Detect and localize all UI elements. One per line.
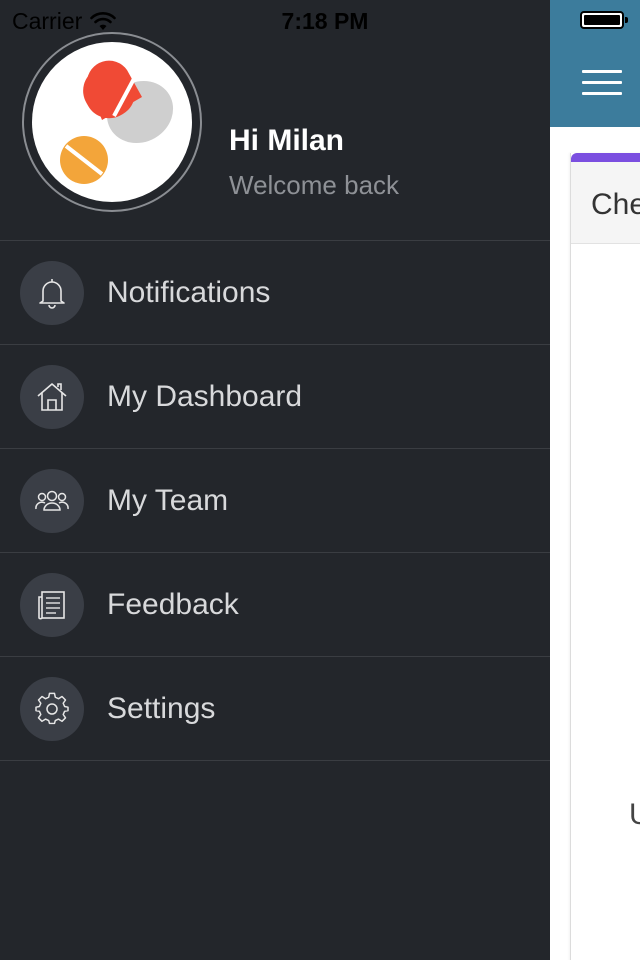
menu-item-label: Settings <box>107 691 216 725</box>
battery-icon <box>580 11 628 29</box>
team-icon <box>35 490 69 511</box>
card-accent-bar <box>571 153 640 162</box>
wifi-icon <box>90 11 117 30</box>
menu-icon-circle <box>20 572 84 637</box>
drawer-menu: Notifications My Dashboard My Team Feedb… <box>0 240 550 761</box>
gear-icon <box>35 692 69 724</box>
menu-item-team[interactable]: My Team <box>0 449 550 553</box>
hamburger-line <box>582 92 622 95</box>
app-header <box>550 0 640 127</box>
hamburger-line <box>582 70 622 73</box>
carrier-label: Carrier <box>12 8 83 34</box>
content-card: Che U <box>570 153 640 960</box>
app-logo-icon <box>60 59 174 184</box>
menu-item-label: Notifications <box>107 275 271 309</box>
greeting: Hi Milan <box>229 124 345 157</box>
card-body-text: U <box>629 798 640 831</box>
menu-icon-circle <box>20 468 84 533</box>
menu-item-dashboard[interactable]: My Dashboard <box>0 345 550 449</box>
home-icon <box>37 382 67 411</box>
menu-item-label: My Dashboard <box>107 379 303 413</box>
menu-item-settings[interactable]: Settings <box>0 657 550 761</box>
menu-item-feedback[interactable]: Feedback <box>0 553 550 657</box>
status-carrier-group: Carrier <box>12 8 117 35</box>
menu-item-label: My Team <box>107 483 229 517</box>
profile-header: Hi Milan Welcome back <box>0 32 550 241</box>
hamburger-line <box>582 81 622 84</box>
menu-item-label: Feedback <box>107 587 239 621</box>
document-icon <box>38 590 65 619</box>
menu-icon-circle <box>20 260 84 325</box>
menu-toggle-button[interactable] <box>582 70 622 100</box>
menu-icon-circle <box>20 364 84 429</box>
avatar[interactable] <box>32 42 192 202</box>
card-title: Che <box>571 162 640 244</box>
bell-icon <box>39 278 65 309</box>
side-drawer: 7:18 PM Carrier Hi Milan Welcome back No… <box>0 0 550 960</box>
main-content: Che U <box>550 0 640 960</box>
menu-item-notifications[interactable]: Notifications <box>0 241 550 345</box>
avatar-ring <box>22 32 202 212</box>
welcome-subtitle: Welcome back <box>229 170 400 200</box>
menu-icon-circle <box>20 676 84 741</box>
